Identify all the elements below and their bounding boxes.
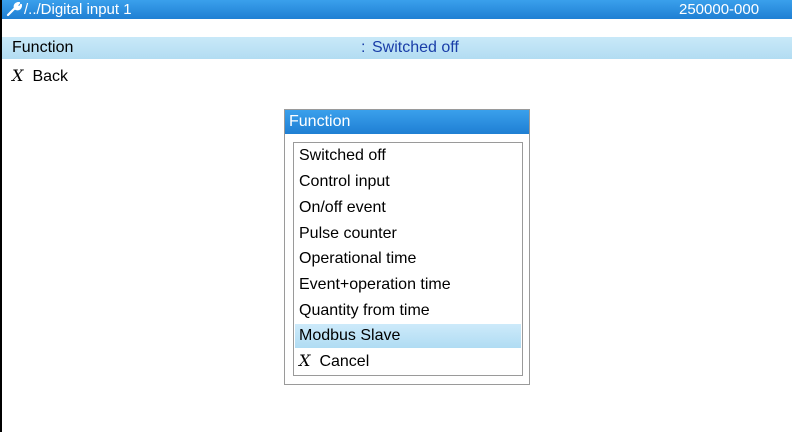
option-quantity-from-time[interactable]: Quantity from time (295, 299, 521, 323)
parameter-colon: : (361, 39, 366, 56)
x-icon: X (299, 351, 311, 370)
x-icon: X (12, 66, 24, 85)
cancel-button[interactable]: X Cancel (295, 349, 521, 373)
parameter-value: Switched off (372, 39, 459, 56)
option-switched-off[interactable]: Switched off (295, 144, 521, 168)
option-event-operation-time[interactable]: Event+operation time (295, 273, 521, 297)
wrench-icon (6, 2, 22, 17)
function-selection-dialog: Function Switched off Control input On/o… (284, 109, 530, 385)
dialog-title: Function (285, 110, 529, 134)
device-serial: 250000-000 (679, 1, 760, 18)
back-button[interactable]: X Back (12, 66, 68, 87)
option-list: Switched off Control input On/off event … (293, 142, 523, 376)
device-screen: /../Digital input 1 250000-000 Function … (0, 0, 792, 432)
option-operational-time[interactable]: Operational time (295, 247, 521, 271)
option-control-input[interactable]: Control input (295, 170, 521, 194)
option-modbus-slave[interactable]: Modbus Slave (295, 324, 521, 348)
parameter-row-function[interactable]: Function : Switched off (2, 37, 792, 59)
option-on-off-event[interactable]: On/off event (295, 196, 521, 220)
breadcrumb-path: /../Digital input 1 (24, 1, 132, 18)
option-pulse-counter[interactable]: Pulse counter (295, 222, 521, 246)
cancel-label: Cancel (319, 353, 370, 370)
parameter-label: Function (12, 39, 74, 56)
back-label: Back (32, 68, 69, 85)
title-bar: /../Digital input 1 250000-000 (2, 0, 792, 19)
